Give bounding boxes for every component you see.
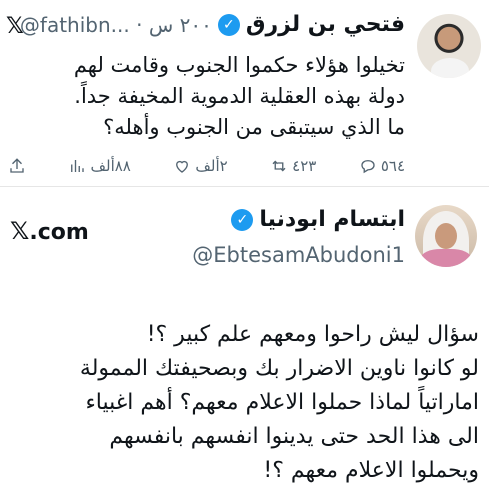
verified-badge-icon: ✓ (217, 13, 240, 36)
action-bar: ٨٨ألف ٢ألف ٤٢٣ ٥٦٤ (8, 153, 405, 179)
reply-icon (361, 160, 375, 174)
likes-count: ٢ألف (195, 157, 228, 175)
tweet-line: تخيلوا هؤلاء حكموا الجنوب وقامت لهم (73, 53, 405, 77)
reposts-count: ٤٢٣ (292, 157, 317, 175)
quote-line: لو كانوا ناوين الاضرار بك وبصحيفتك الممو… (79, 356, 479, 381)
profile-header: ابتسام ابودنيا ✓ @EbtesamAbudoni1 𝕏.com (0, 195, 489, 285)
quote-text: سؤال ليش راحوا ومعهم علم كبير ؟! لو كانو… (9, 318, 479, 488)
tweet-header: فتحي بن لزرق ✓ @fathibn... · ٢٠٠ س (20, 12, 405, 37)
repost-icon (272, 160, 286, 172)
share-icon (10, 158, 24, 173)
quote-line: سؤال ليش راحوا ومعهم علم كبير ؟! (146, 322, 479, 347)
views-button[interactable]: ٨٨ألف (68, 157, 131, 175)
divider (0, 186, 489, 187)
reply-button[interactable]: ٥٦٤ (359, 157, 405, 175)
verified-badge-icon: ✓ (231, 208, 254, 231)
quote-line: ويحملوا الاعلام معهم ؟! (263, 458, 479, 483)
x-logo-icon: 𝕏 (10, 217, 30, 245)
site-watermark: 𝕏.com (10, 217, 89, 245)
repost-button[interactable]: ٤٢٣ (270, 157, 316, 175)
quote-line: الى هذا الحد حتى يدينوا انفسهم بانفسهم (109, 424, 479, 449)
like-button[interactable]: ٢ألف (173, 157, 228, 175)
views-icon (71, 160, 85, 172)
handle[interactable]: @EbtesamAbudoni1 (192, 243, 405, 267)
tweet-card: 𝕏 فتحي بن لزرق ✓ @fathibn... · ٢٠٠ س تخي… (0, 0, 489, 185)
tweet-text: تخيلوا هؤلاء حكموا الجنوب وقامت لهم دولة… (5, 50, 405, 143)
profile-name-row: ابتسام ابودنيا ✓ (231, 207, 405, 232)
display-name[interactable]: ابتسام ابودنيا (259, 207, 405, 232)
avatar[interactable] (417, 14, 481, 78)
quote-line: اماراتياً لماذا حملوا الاعلام معهم؟ أهم … (85, 390, 479, 415)
heart-icon (176, 160, 189, 173)
tweet-line: دولة بهذه العقلية الدموية المخيفة جداً. (74, 84, 405, 108)
share-button[interactable] (8, 157, 26, 175)
replies-count: ٥٦٤ (380, 157, 405, 175)
avatar[interactable] (415, 205, 477, 267)
tweet-line: ما الذي سيتبقى من الجنوب وأهله؟ (103, 115, 405, 139)
views-count: ٨٨ألف (90, 157, 131, 175)
handle[interactable]: @fathibn... · ٢٠٠ س (20, 13, 212, 37)
display-name[interactable]: فتحي بن لزرق (246, 12, 405, 37)
